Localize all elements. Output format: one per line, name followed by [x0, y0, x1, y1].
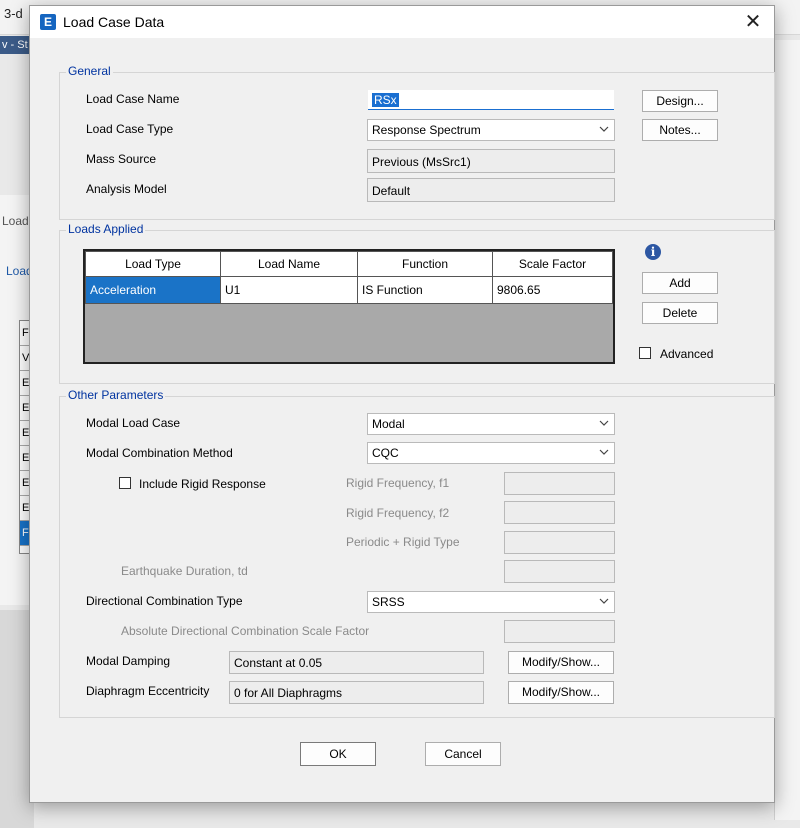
etabs-app-icon: E [40, 14, 56, 30]
include-rigid-response-checkbox[interactable] [119, 477, 131, 489]
chevron-down-icon [599, 449, 609, 455]
add-button[interactable]: Add [642, 272, 718, 294]
analysis-model-field: Default [367, 178, 615, 202]
load-case-name-input[interactable]: RSx [368, 90, 614, 110]
modal-combination-method-value: CQC [372, 446, 399, 460]
general-group-title: General [66, 64, 113, 78]
diaphragm-eccentricity-field: 0 for All Diaphragms [229, 681, 484, 704]
cell-load-type[interactable]: Acceleration [85, 276, 221, 304]
load-case-type-value: Response Spectrum [372, 123, 481, 137]
load-case-name-value: RSx [372, 93, 399, 107]
rigid-frequency-f1-input [504, 472, 615, 495]
mass-source-label: Mass Source [86, 152, 157, 166]
include-rigid-response-label: Include Rigid Response [139, 477, 266, 491]
mass-source-field: Previous (MsSrc1) [367, 149, 615, 173]
modal-damping-modify-button[interactable]: Modify/Show... [508, 651, 614, 674]
close-icon[interactable]: ✕ [742, 11, 764, 33]
cancel-button[interactable]: Cancel [425, 742, 501, 766]
analysis-model-label: Analysis Model [86, 182, 167, 196]
delete-button[interactable]: Delete [642, 302, 718, 324]
background-window-title: 3-d [4, 6, 23, 21]
modal-damping-label: Modal Damping [86, 654, 171, 668]
rigid-frequency-f1-label: Rigid Frequency, f1 [346, 476, 450, 490]
advanced-label: Advanced [660, 347, 714, 361]
diaphragm-modify-button[interactable]: Modify/Show... [508, 681, 614, 704]
modal-combination-method-label: Modal Combination Method [86, 446, 233, 460]
earthquake-duration-label: Earthquake Duration, td [121, 564, 248, 578]
load-case-type-label: Load Case Type [86, 122, 174, 136]
column-header-load-type[interactable]: Load Type [85, 251, 221, 277]
rigid-frequency-f2-input [504, 501, 615, 524]
directional-combination-type-select[interactable]: SRSS [367, 591, 615, 613]
load-case-type-select[interactable]: Response Spectrum [367, 119, 615, 141]
rigid-frequency-f2-label: Rigid Frequency, f2 [346, 506, 450, 520]
modal-load-case-value: Modal [372, 417, 405, 431]
notes-button[interactable]: Notes... [642, 119, 718, 141]
background-right-panel [774, 40, 800, 820]
dialog-titlebar: E Load Case Data ✕ [30, 6, 774, 38]
column-header-function[interactable]: Function [357, 251, 493, 277]
load-case-data-dialog: E Load Case Data ✕ General Load Case Nam… [29, 5, 775, 803]
design-button[interactable]: Design... [642, 90, 718, 112]
periodic-rigid-type-label: Periodic + Rigid Type [346, 535, 460, 549]
column-header-load-name[interactable]: Load Name [220, 251, 358, 277]
advanced-checkbox[interactable] [639, 347, 651, 359]
chevron-down-icon [599, 598, 609, 604]
modal-load-case-label: Modal Load Case [86, 416, 181, 430]
loads-applied-group-title: Loads Applied [66, 222, 146, 236]
diaphragm-eccentricity-label: Diaphragm Eccentricity [86, 684, 210, 698]
load-case-name-label: Load Case Name [86, 92, 180, 106]
loads-applied-table: Load Type Load Name Function Scale Facto… [83, 249, 615, 364]
chevron-down-icon [599, 126, 609, 132]
ok-button[interactable]: OK [300, 742, 376, 766]
background-right-corner [772, 0, 800, 30]
absolute-directional-scale-input [504, 620, 615, 643]
table-header-row: Load Type Load Name Function Scale Facto… [85, 251, 613, 277]
chevron-down-icon [599, 420, 609, 426]
modal-combination-method-select[interactable]: CQC [367, 442, 615, 464]
modal-damping-field: Constant at 0.05 [229, 651, 484, 674]
info-icon[interactable]: i [645, 244, 661, 260]
directional-combination-type-value: SRSS [372, 595, 405, 609]
directional-combination-type-label: Directional Combination Type [86, 594, 243, 608]
cell-function[interactable]: IS Function [357, 276, 493, 304]
earthquake-duration-input [504, 560, 615, 583]
column-header-scale-factor[interactable]: Scale Factor [492, 251, 613, 277]
dialog-title: Load Case Data [63, 14, 165, 30]
cell-load-name[interactable]: U1 [220, 276, 358, 304]
background-load-label: Load [2, 214, 29, 228]
table-row[interactable]: Acceleration U1 IS Function 9806.65 [85, 276, 613, 304]
periodic-rigid-type-input [504, 531, 615, 554]
modal-load-case-select[interactable]: Modal [367, 413, 615, 435]
other-parameters-group-title: Other Parameters [66, 388, 166, 402]
absolute-directional-scale-label: Absolute Directional Combination Scale F… [121, 624, 370, 638]
cell-scale-factor[interactable]: 9806.65 [492, 276, 613, 304]
